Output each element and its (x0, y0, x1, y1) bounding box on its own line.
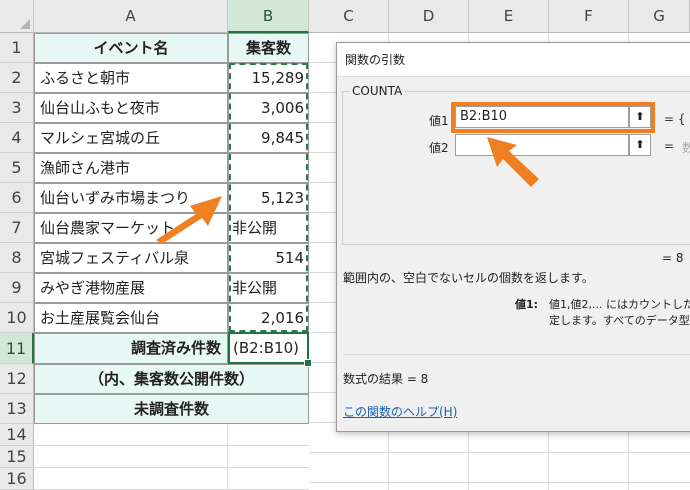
cell-visitors[interactable]: 3,006 (228, 93, 309, 123)
dialog-title: 関数の引数 (337, 43, 690, 77)
formula-result: 数式の結果 = 8 (343, 372, 429, 386)
cell-visitors[interactable]: 5,123 (228, 183, 309, 213)
cell-visitors[interactable]: 9,845 (228, 123, 309, 153)
row-header-14[interactable]: 14 (0, 424, 34, 446)
empty-grid-area-bottom[interactable] (34, 424, 309, 490)
column-header-a[interactable]: A (34, 0, 228, 33)
arg2-collapse-button[interactable]: ⬆ (629, 134, 651, 156)
select-all-corner[interactable] (0, 0, 34, 33)
arg2-label: 値2 (429, 141, 449, 155)
row-header-9[interactable]: 9 (0, 273, 34, 303)
cell-event-name[interactable]: ふるさと朝市 (34, 63, 228, 93)
select-all-triangle-icon (20, 19, 30, 29)
row-header-10[interactable]: 10 (0, 303, 34, 333)
function-name-label: COUNTA (350, 84, 405, 98)
function-help-link[interactable]: この関数のヘルプ(H) (343, 403, 457, 420)
column-header-b[interactable]: B (228, 0, 309, 33)
arg2-input[interactable] (455, 134, 629, 156)
cell-event-name[interactable]: 仙台山ふもと夜市 (34, 93, 228, 123)
fill-handle[interactable] (304, 359, 312, 367)
row-header-3[interactable]: 3 (0, 93, 34, 123)
row-header-13[interactable]: 13 (0, 394, 34, 424)
column-header-d[interactable]: D (389, 0, 469, 33)
active-cell-b11-formula[interactable]: (B2:B10) (228, 332, 309, 364)
collapse-arrow-icon: ⬆ (635, 138, 645, 151)
row-header-4[interactable]: 4 (0, 123, 34, 153)
arg1-highlight-frame (451, 102, 655, 133)
arg-help-line2: 定します。すべてのデータ型の値 (549, 314, 690, 327)
cell-visitors[interactable]: 非公開 (228, 273, 309, 303)
arg2-equals: = (664, 139, 675, 153)
cell-visitors[interactable]: 15,289 (228, 63, 309, 93)
row-header-11[interactable]: 11 (0, 333, 34, 364)
cell-event-name[interactable]: 仙台いずみ市場まつり (34, 183, 228, 213)
column-header-g[interactable]: G (629, 0, 690, 33)
row-header-8[interactable]: 8 (0, 243, 34, 273)
column-header-e[interactable]: E (469, 0, 549, 33)
column-header-f[interactable]: F (549, 0, 629, 33)
arg-help-line1: 値1,値2,... にはカウントしたい (549, 298, 690, 311)
cell-event-name[interactable]: お土産展覧会仙台 (34, 303, 228, 333)
row-header-7[interactable]: 7 (0, 213, 34, 243)
dialog-divider (343, 354, 690, 355)
row-header-12[interactable]: 12 (0, 364, 34, 394)
column-header-c[interactable]: C (309, 0, 389, 33)
row-header-15[interactable]: 15 (0, 446, 34, 468)
arg-help-label: 値1: (515, 298, 539, 311)
row-header-5[interactable]: 5 (0, 153, 34, 183)
cell-event-name[interactable]: 仙台農家マーケット (34, 213, 228, 243)
row-header-16[interactable]: 16 (0, 468, 34, 490)
cell-event-name[interactable]: 漁師さん港市 (34, 153, 228, 183)
cell-visitors[interactable] (228, 153, 309, 183)
cell-a13-unsurveyed-label[interactable]: 未調査件数 (34, 394, 309, 424)
cell-visitors[interactable]: 514 (228, 243, 309, 273)
cell-a12-public-label[interactable]: （内、集客数公開件数） (34, 364, 309, 394)
cell-a11-surveyed-label[interactable]: 調査済み件数 (34, 333, 228, 364)
row-header-2[interactable]: 2 (0, 63, 34, 93)
row-header-6[interactable]: 6 (0, 183, 34, 213)
arg1-evaluated-value: = { (664, 112, 686, 126)
function-arguments-dialog: 関数の引数 COUNTA 値1 B2:B10 ⬆ = { 値2 ⬆ = 数 = … (336, 42, 690, 432)
cell-visitors[interactable]: 非公開 (228, 213, 309, 243)
arg1-label: 値1 (429, 114, 449, 128)
cell-b1-visitors-header[interactable]: 集客数 (228, 33, 309, 63)
cell-visitors[interactable]: 2,016 (228, 303, 309, 333)
arg2-hint: 数 (682, 141, 690, 155)
row-header-1[interactable]: 1 (0, 33, 34, 63)
function-description: 範囲内の、空白でないセルの個数を返します。 (343, 271, 594, 285)
result-preview: = 8 (662, 251, 684, 265)
cell-event-name[interactable]: マルシェ宮城の丘 (34, 123, 228, 153)
cell-event-name[interactable]: 宮城フェスティバル泉 (34, 243, 228, 273)
cell-a1-event-name-header[interactable]: イベント名 (34, 33, 228, 63)
cell-event-name[interactable]: みやぎ港物産展 (34, 273, 228, 303)
